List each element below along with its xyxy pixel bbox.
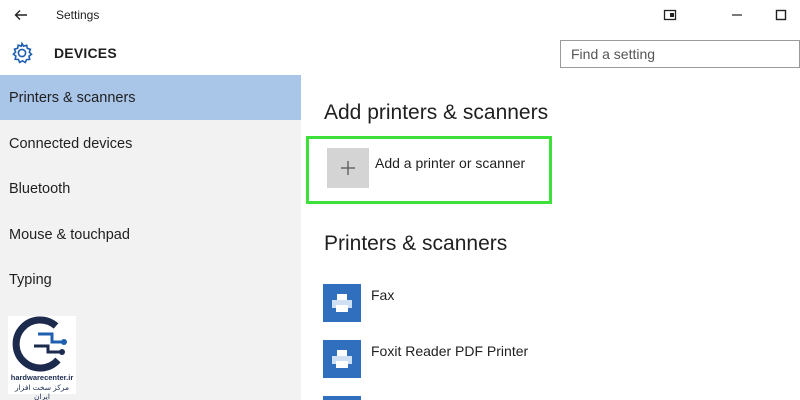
main-content: Add printers & scanners Add a printer or…: [301, 75, 800, 400]
printer-item-foxit[interactable]: Foxit Reader PDF Printer: [323, 340, 783, 380]
sidebar-item-typing[interactable]: Typing: [0, 257, 301, 302]
add-printer-button[interactable]: [327, 148, 369, 188]
gear-icon: [12, 41, 33, 64]
tablet-mode-button[interactable]: [655, 4, 685, 26]
plus-icon: [341, 161, 355, 175]
printer-item-fax[interactable]: Fax: [323, 284, 783, 324]
sidebar-item-label: Connected devices: [9, 135, 133, 152]
printer-icon-partial: [323, 396, 361, 400]
sidebar-item-label: Mouse & touchpad: [9, 226, 130, 243]
page-title: DEVICES: [54, 45, 117, 61]
sidebar-item-printers-scanners[interactable]: Printers & scanners: [0, 75, 301, 120]
tablet-mode-icon: [663, 9, 677, 21]
add-section-title: Add printers & scanners: [324, 101, 549, 124]
logo-mark-icon: [12, 316, 67, 372]
sidebar-item-mouse-touchpad[interactable]: Mouse & touchpad: [0, 212, 301, 257]
printer-name: Fax: [371, 287, 395, 303]
printer-name: Foxit Reader PDF Printer: [371, 343, 529, 359]
back-arrow-icon: [14, 10, 27, 20]
hardwarecenter-logo: hardwarecenter.ir مرکز سخت افزار ایران: [8, 316, 76, 400]
sidebar-item-label: Printers & scanners: [9, 89, 136, 106]
logo-domain: hardwarecenter.ir: [10, 373, 74, 382]
printers-section-title: Printers & scanners: [324, 232, 508, 255]
page-header: DEVICES: [0, 32, 800, 74]
maximize-icon: [775, 9, 787, 21]
minimize-button[interactable]: [722, 4, 752, 26]
title-bar: Settings: [0, 0, 800, 32]
printer-icon: [323, 284, 361, 322]
sidebar-item-label: Bluetooth: [9, 180, 71, 197]
sidebar-item-connected-devices[interactable]: Connected devices: [0, 121, 301, 166]
sidebar-item-bluetooth[interactable]: Bluetooth: [0, 166, 301, 211]
printer-icon: [323, 340, 361, 378]
add-printer-label[interactable]: Add a printer or scanner: [375, 155, 525, 171]
search-box[interactable]: [560, 40, 800, 68]
add-printer-highlight: Add a printer or scanner: [306, 136, 552, 204]
back-button[interactable]: [8, 4, 34, 26]
maximize-button[interactable]: [766, 4, 796, 26]
search-input[interactable]: [561, 41, 799, 67]
minimize-icon: [732, 14, 742, 16]
sidebar-item-label: Typing: [9, 271, 52, 288]
logo-tagline: مرکز سخت افزار ایران: [14, 383, 70, 400]
window-title: Settings: [56, 8, 100, 22]
